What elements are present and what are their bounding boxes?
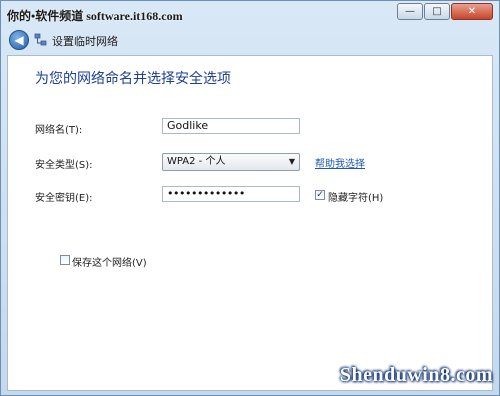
save-network-label: 保存这个网络(V) [72, 258, 147, 269]
dialog-window: 你的•软件频道 software.it168.com — □ ✕ ◀ 设置临时网… [0, 0, 500, 396]
back-button[interactable]: ◀ [9, 30, 29, 50]
network-name-label: 网络名(T): [35, 125, 83, 136]
wizard-content: 为您的网络命名并选择安全选项 网络名(T): Godlike 安全类型(S): … [7, 55, 493, 391]
window-caption: 你的•软件频道 software.it168.com [7, 9, 183, 23]
network-icon [34, 33, 47, 46]
minimize-button[interactable]: — [397, 3, 423, 20]
help-me-choose-link[interactable]: 帮助我选择 [315, 155, 365, 170]
chevron-down-icon: ▼ [288, 157, 295, 166]
save-network-checkbox[interactable] [60, 255, 70, 265]
security-key-input[interactable]: ••••••••••••• [162, 186, 300, 202]
security-key-label: 安全密钥(E): [35, 193, 93, 204]
watermark: Shenduwin8.com [339, 364, 493, 386]
wizard-title: 设置临时网络 [52, 35, 118, 48]
hide-characters-checkbox[interactable]: ✓ [315, 190, 325, 200]
hide-characters-label: 隐藏字符(H) [328, 193, 384, 204]
network-name-input[interactable]: Godlike [162, 118, 300, 134]
close-button[interactable]: ✕ [451, 3, 493, 20]
window-controls: — □ ✕ [397, 3, 493, 20]
security-type-label: 安全类型(S): [35, 160, 93, 171]
security-type-value: WPA2 - 个人 [167, 156, 226, 167]
maximize-button[interactable]: □ [424, 3, 450, 20]
page-heading: 为您的网络命名并选择安全选项 [35, 71, 231, 87]
navigation-bar: ◀ 设置临时网络 [1, 25, 499, 53]
security-type-select[interactable]: WPA2 - 个人 ▼ [162, 153, 300, 171]
